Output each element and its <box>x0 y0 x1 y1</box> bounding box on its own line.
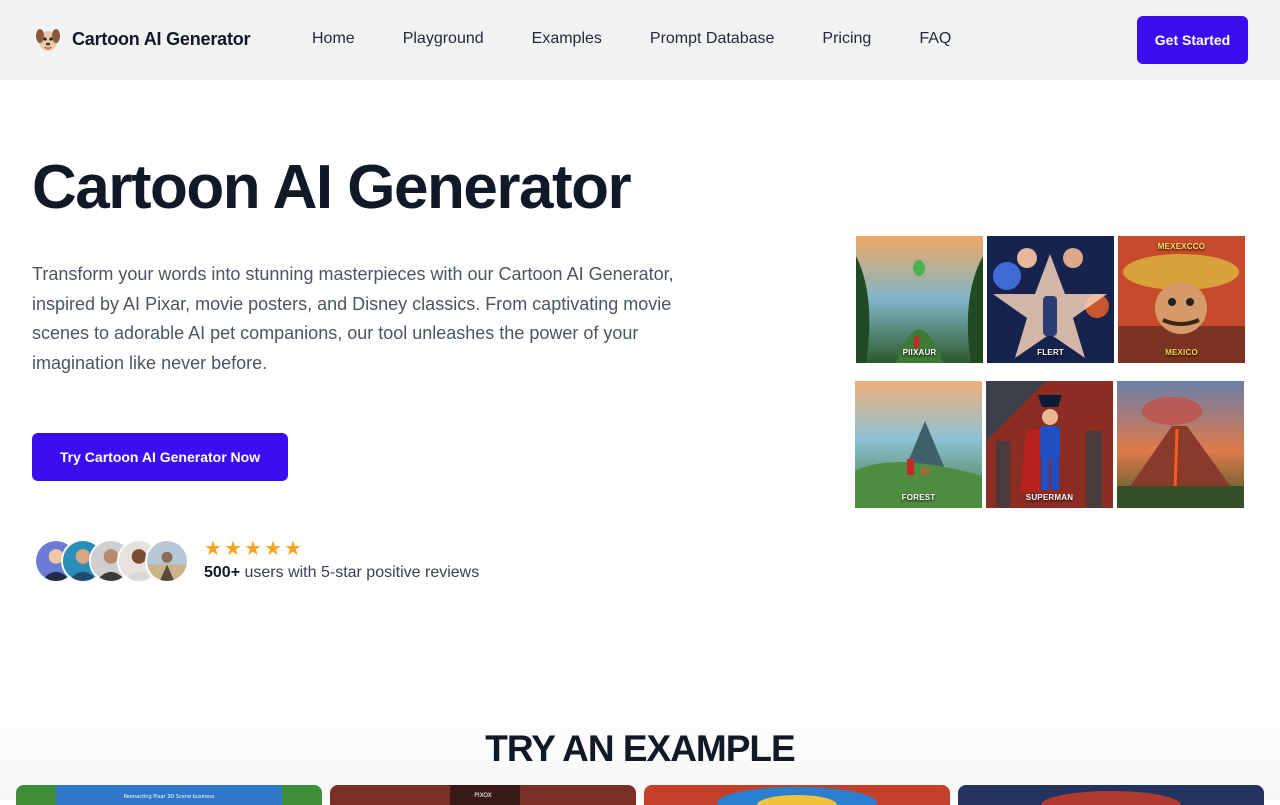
star-icon: ★ <box>244 538 262 560</box>
star-icon: ★ <box>284 538 302 560</box>
puppy-logo-icon <box>33 24 63 54</box>
reviews-summary: 500+ users with 5-star positive reviews <box>204 564 479 582</box>
star-icon: ★ <box>264 538 282 560</box>
poster-image: FOREST <box>855 381 982 508</box>
top-nav-bar: Cartoon AI Generator Home Playground Exa… <box>0 0 1280 80</box>
star-icon: ★ <box>224 538 242 560</box>
reviews-count: 500+ <box>204 564 241 581</box>
example-card[interactable]: Reenacting Pixar 3D Scene business <box>16 785 322 805</box>
brand[interactable]: Cartoon AI Generator <box>33 24 251 54</box>
poster-image <box>1117 381 1244 508</box>
nav-home[interactable]: Home <box>312 30 355 48</box>
poster-title: FLERT <box>1037 348 1064 357</box>
hero-title: Cartoon AI Generator <box>32 153 632 222</box>
poster-title: SUPERMAN <box>1025 493 1074 502</box>
try-generator-button[interactable]: Try Cartoon AI Generator Now <box>32 433 288 481</box>
hero-description: Transform your words into stunning maste… <box>32 264 674 373</box>
reviews-text: users with 5-star positive reviews <box>240 564 480 581</box>
example-card-caption: Reenacting Pixar 3D Scene business <box>124 794 215 800</box>
get-started-button[interactable]: Get Started <box>1137 16 1248 64</box>
poster-image: PIIXAUR <box>856 236 983 363</box>
nav-examples[interactable]: Examples <box>532 30 602 48</box>
example-card-caption: PIXOX <box>474 792 492 799</box>
example-card[interactable]: PIXOX <box>330 785 636 805</box>
nav-faq[interactable]: FAQ <box>919 30 951 48</box>
poster-image: SUPERMAN <box>986 381 1113 508</box>
example-card[interactable] <box>644 785 950 805</box>
example-card[interactable] <box>958 785 1264 805</box>
poster-image: FLERT <box>987 236 1114 363</box>
poster-image: MEXEXCCO MEXICO <box>1118 236 1245 363</box>
examples-title: TRY AN EXAMPLE <box>485 728 795 769</box>
poster-title: PIIXAUR <box>902 348 937 357</box>
avatar <box>145 539 189 583</box>
nav-pricing[interactable]: Pricing <box>822 30 871 48</box>
star-icon: ★ <box>204 538 222 560</box>
rating-stars: ★ ★ ★ ★ ★ <box>204 536 304 561</box>
main-nav: Home Playground Examples Prompt Database… <box>312 30 999 48</box>
poster-title: FOREST <box>901 493 936 502</box>
nav-playground[interactable]: Playground <box>403 30 484 48</box>
poster-title: MEXICO <box>1165 348 1198 357</box>
poster-top-text: MEXEXCCO <box>1157 242 1206 251</box>
brand-name: Cartoon AI Generator <box>72 28 251 49</box>
nav-prompt-database[interactable]: Prompt Database <box>650 30 775 48</box>
